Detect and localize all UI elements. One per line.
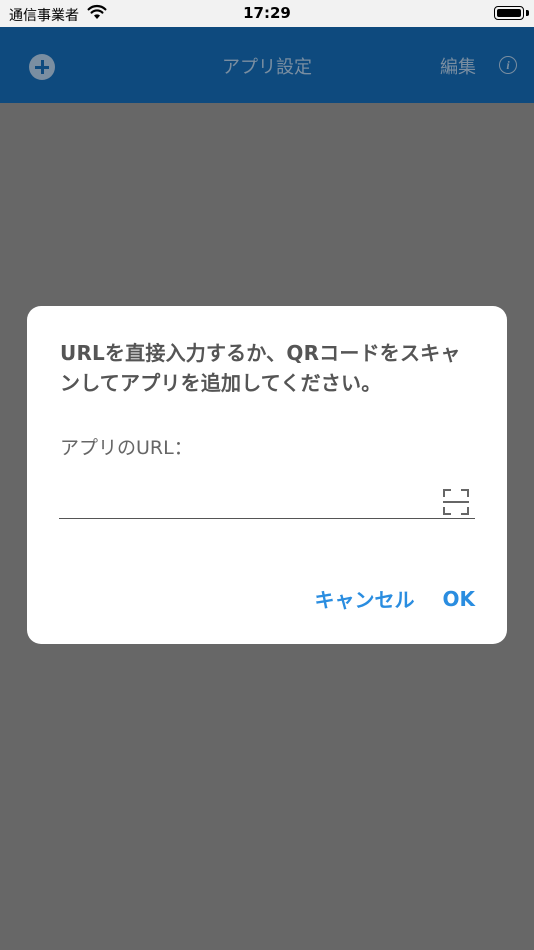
qr-scan-icon[interactable] — [442, 488, 470, 516]
dialog-message: URLを直接入力するか、QRコードをスキャンしてアプリを追加してください。 — [60, 341, 461, 395]
url-input[interactable] — [59, 486, 475, 519]
ok-button[interactable]: OK — [443, 584, 476, 613]
battery-tip — [526, 10, 529, 16]
edit-button[interactable]: 編集 — [440, 53, 476, 79]
status-bar: 通信事業者 17:29 — [0, 0, 534, 27]
status-time: 17:29 — [243, 4, 291, 22]
nav-bar: アプリ設定 編集 i — [0, 27, 534, 103]
dialog-actions: キャンセル OK — [315, 584, 476, 613]
url-field-label: アプリのURL： — [60, 437, 193, 459]
add-app-dialog: URLを直接入力するか、QRコードをスキャンしてアプリを追加してください。 アプ… — [27, 306, 507, 644]
info-icon[interactable]: i — [499, 56, 517, 74]
cancel-button[interactable]: キャンセル — [315, 584, 415, 613]
battery-icon — [494, 6, 524, 20]
